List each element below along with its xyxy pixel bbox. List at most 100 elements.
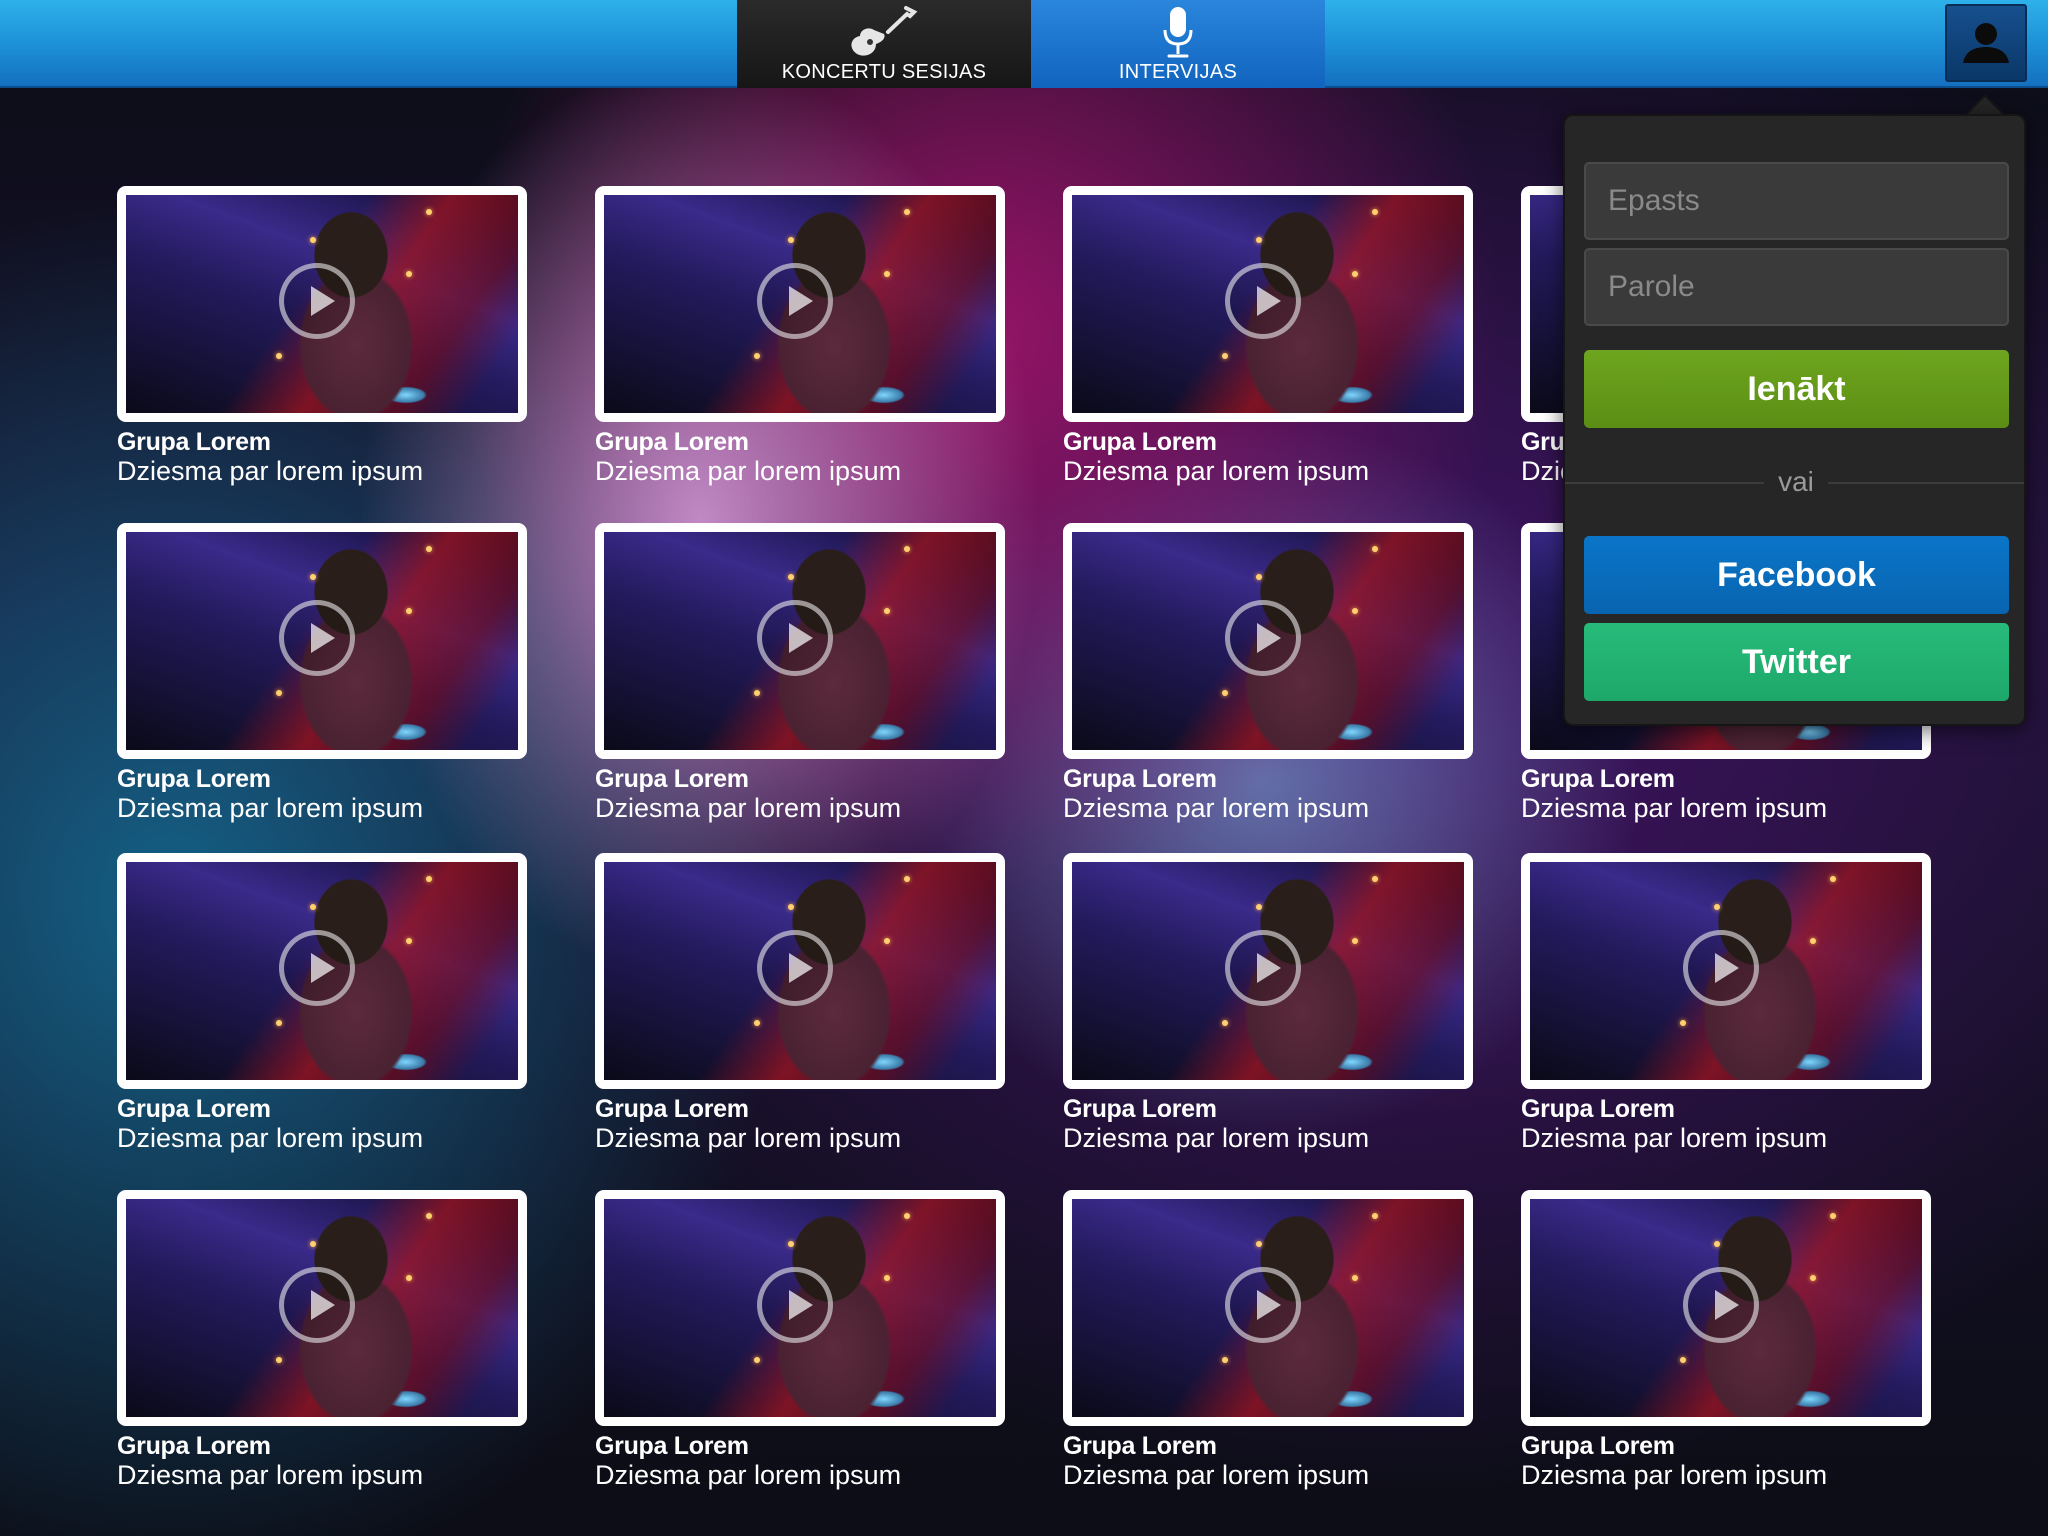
- stage-light: [426, 546, 432, 552]
- video-title: Grupa Lorem: [1063, 1432, 1217, 1460]
- stage-light: [754, 353, 760, 359]
- video-card[interactable]: Grupa LoremDziesma par lorem ipsum: [595, 853, 1005, 1153]
- stage-light: [1352, 271, 1358, 277]
- play-icon[interactable]: [757, 600, 833, 676]
- video-card[interactable]: Grupa LoremDziesma par lorem ipsum: [117, 186, 527, 486]
- stage-light: [406, 938, 412, 944]
- video-title: Grupa Lorem: [595, 1432, 749, 1460]
- video-card[interactable]: Grupa LoremDziesma par lorem ipsum: [1521, 1190, 1931, 1490]
- stage-light: [884, 608, 890, 614]
- video-subtitle: Dziesma par lorem ipsum: [1521, 793, 1828, 823]
- play-icon[interactable]: [757, 1267, 833, 1343]
- video-title: Grupa Lorem: [1063, 428, 1217, 456]
- video-card[interactable]: Grupa LoremDziesma par lorem ipsum: [595, 186, 1005, 486]
- video-subtitle: Dziesma par lorem ipsum: [1521, 1460, 1828, 1490]
- password-field[interactable]: [1584, 248, 2009, 326]
- video-card[interactable]: Grupa LoremDziesma par lorem ipsum: [1063, 853, 1473, 1153]
- stage-light: [1372, 876, 1378, 882]
- video-title: Grupa Lorem: [595, 428, 749, 456]
- email-field[interactable]: [1584, 162, 2009, 240]
- play-icon[interactable]: [279, 930, 355, 1006]
- stage-light: [310, 237, 316, 243]
- play-icon[interactable]: [279, 1267, 355, 1343]
- login-popover: Ienākt vai Facebook Twitter: [1563, 114, 2026, 726]
- video-card[interactable]: Grupa LoremDziesma par lorem ipsum: [117, 1190, 527, 1490]
- stage-light: [904, 876, 910, 882]
- video-thumbnail[interactable]: [1063, 853, 1473, 1089]
- video-card[interactable]: Grupa LoremDziesma par lorem ipsum: [1063, 1190, 1473, 1490]
- video-thumbnail[interactable]: [595, 186, 1005, 422]
- stage-light: [904, 209, 910, 215]
- stage-light: [276, 353, 282, 359]
- login-button[interactable]: Ienākt: [1584, 350, 2009, 428]
- video-thumbnail[interactable]: [595, 1190, 1005, 1426]
- video-subtitle: Dziesma par lorem ipsum: [595, 793, 902, 823]
- stage-light: [1352, 608, 1358, 614]
- video-card[interactable]: Grupa LoremDziesma par lorem ipsum: [1063, 186, 1473, 486]
- stage-light: [788, 1241, 794, 1247]
- video-card[interactable]: Grupa LoremDziesma par lorem ipsum: [1063, 523, 1473, 823]
- video-thumbnail[interactable]: [595, 853, 1005, 1089]
- stage-light: [1222, 1020, 1228, 1026]
- stage-light: [904, 1213, 910, 1219]
- video-thumbnail[interactable]: [117, 186, 527, 422]
- stage-light: [904, 546, 910, 552]
- play-icon[interactable]: [1683, 1267, 1759, 1343]
- twitter-login-button[interactable]: Twitter: [1584, 623, 2009, 701]
- play-icon[interactable]: [279, 600, 355, 676]
- stage-light: [406, 1275, 412, 1281]
- video-thumbnail[interactable]: [1063, 523, 1473, 759]
- stage-light: [1372, 546, 1378, 552]
- play-icon[interactable]: [1225, 1267, 1301, 1343]
- video-thumbnail[interactable]: [595, 523, 1005, 759]
- video-card[interactable]: Grupa LoremDziesma par lorem ipsum: [595, 523, 1005, 823]
- play-icon[interactable]: [757, 263, 833, 339]
- play-icon[interactable]: [757, 930, 833, 1006]
- video-thumbnail[interactable]: [1521, 853, 1931, 1089]
- stage-light: [1352, 1275, 1358, 1281]
- play-icon[interactable]: [1225, 930, 1301, 1006]
- stage-light: [1830, 1213, 1836, 1219]
- video-card[interactable]: Grupa LoremDziesma par lorem ipsum: [1521, 853, 1931, 1153]
- video-card[interactable]: Grupa LoremDziesma par lorem ipsum: [117, 853, 527, 1153]
- video-subtitle: Dziesma par lorem ipsum: [595, 456, 902, 486]
- video-subtitle: Dziesma par lorem ipsum: [117, 793, 424, 823]
- facebook-login-button[interactable]: Facebook: [1584, 536, 2009, 614]
- stage-light: [884, 1275, 890, 1281]
- video-title: Grupa Lorem: [595, 1095, 749, 1123]
- or-label: vai: [1764, 466, 1828, 498]
- video-subtitle: Dziesma par lorem ipsum: [117, 456, 424, 486]
- video-thumbnail[interactable]: [1063, 186, 1473, 422]
- stage-light: [1810, 1275, 1816, 1281]
- stage-light: [1830, 876, 1836, 882]
- stage-light: [754, 1357, 760, 1363]
- stage-light: [310, 904, 316, 910]
- video-subtitle: Dziesma par lorem ipsum: [1063, 793, 1370, 823]
- stage-light: [1372, 1213, 1378, 1219]
- video-subtitle: Dziesma par lorem ipsum: [595, 1460, 902, 1490]
- stage-light: [788, 904, 794, 910]
- video-card[interactable]: Grupa LoremDziesma par lorem ipsum: [117, 523, 527, 823]
- video-title: Grupa Lorem: [117, 1432, 271, 1460]
- play-icon[interactable]: [279, 263, 355, 339]
- stage-light: [1714, 904, 1720, 910]
- stage-light: [426, 209, 432, 215]
- video-subtitle: Dziesma par lorem ipsum: [117, 1123, 424, 1153]
- video-thumbnail[interactable]: [117, 1190, 527, 1426]
- stage-light: [1222, 1357, 1228, 1363]
- stage-light: [884, 938, 890, 944]
- video-card[interactable]: Grupa LoremDziesma par lorem ipsum: [595, 1190, 1005, 1490]
- video-subtitle: Dziesma par lorem ipsum: [1521, 1123, 1828, 1153]
- stage-light: [426, 1213, 432, 1219]
- video-title: Grupa Lorem: [595, 765, 749, 793]
- play-icon[interactable]: [1683, 930, 1759, 1006]
- video-thumbnail[interactable]: [1063, 1190, 1473, 1426]
- play-icon[interactable]: [1225, 600, 1301, 676]
- video-subtitle: Dziesma par lorem ipsum: [117, 1460, 424, 1490]
- stage-light: [754, 1020, 760, 1026]
- play-icon[interactable]: [1225, 263, 1301, 339]
- video-thumbnail[interactable]: [1521, 1190, 1931, 1426]
- stage-light: [406, 271, 412, 277]
- video-thumbnail[interactable]: [117, 523, 527, 759]
- video-thumbnail[interactable]: [117, 853, 527, 1089]
